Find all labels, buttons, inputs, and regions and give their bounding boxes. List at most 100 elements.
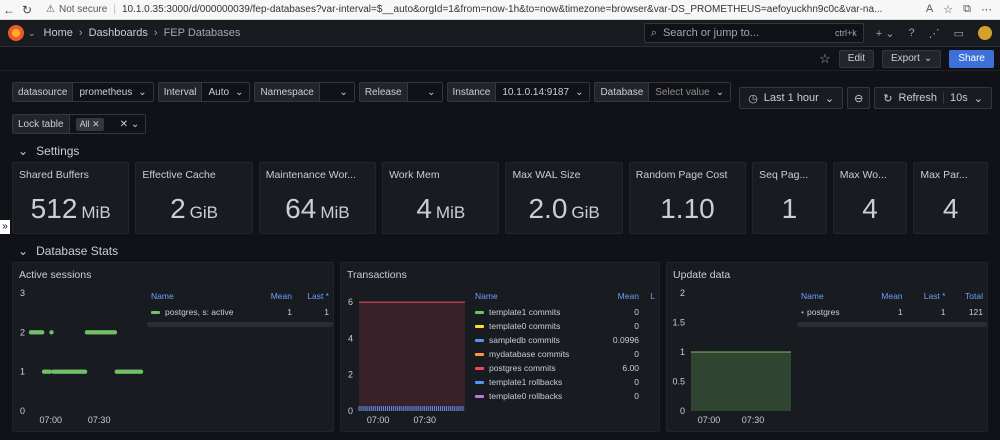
stat-value: 4 xyxy=(942,193,959,224)
var-instance[interactable]: Instance 10.1.0.14:9187 ⌄ xyxy=(446,82,591,102)
stat-title: Maintenance Wor... xyxy=(265,169,356,181)
legend-row[interactable]: template1 commits 0 xyxy=(471,306,659,320)
legend-scrollbar[interactable] xyxy=(797,322,988,327)
var-namespace[interactable]: Namespace ⌄ xyxy=(254,82,355,102)
expand-arrow-icon[interactable]: » xyxy=(0,220,10,234)
variables-bar: datasource prometheus ⌄ Interval Auto ⌄ Na… xyxy=(0,71,760,134)
stats-panels: Active sessions 0 1 2 3 07:00 07:30 Name Mean L… xyxy=(0,262,1000,432)
stat-panel[interactable]: Max Par... 4 xyxy=(913,162,988,234)
y-tick-label: 6 xyxy=(348,297,353,307)
legend-row[interactable]: mydatabase commits 0 xyxy=(471,348,659,362)
breadcrumb-dashboards[interactable]: Dashboards xyxy=(89,27,148,39)
update-data-chart: 0 0.5 1 1.5 2 07:00 07:30 xyxy=(673,288,792,425)
legend-row[interactable]: • postgres 1 1 121 xyxy=(797,306,987,320)
export-button[interactable]: Export ⌄ xyxy=(882,49,942,68)
stat-panel[interactable]: Effective Cache 2 GiB xyxy=(135,162,253,234)
var-release[interactable]: Release ⌄ xyxy=(358,82,443,102)
stat-title: Effective Cache xyxy=(142,169,216,181)
stat-panel[interactable]: Maintenance Wor... 64 MiB xyxy=(258,162,377,234)
y-tick-label: 2 xyxy=(348,370,353,380)
read-aloud-icon[interactable]: A xyxy=(926,3,933,16)
data-point xyxy=(39,330,45,335)
data-point xyxy=(82,369,88,374)
panel-title: Update data xyxy=(673,269,731,281)
time-range-picker[interactable]: ◷ Last 1 hour ⌄ xyxy=(739,87,844,109)
refresh-button[interactable]: ↻ Refresh 10s ⌄ xyxy=(874,87,992,109)
update-data-legend: Name Mean Last * Total • postgres 1 1 121 xyxy=(797,291,988,327)
y-tick-label: 0.5 xyxy=(673,377,686,387)
breadcrumb-home[interactable]: Home xyxy=(44,27,73,39)
active-sessions-chart: 0 1 2 3 07:00 07:30 xyxy=(20,288,144,425)
stat-panel[interactable]: Seq Pag... 1 xyxy=(752,162,827,234)
panel-update-data[interactable]: Update data 0 0.5 1 1.5 2 07:00 07:30 Name Mean… xyxy=(666,262,989,432)
stat-value: 2 GiB xyxy=(170,193,218,224)
panel-transactions[interactable]: Transactions 0 2 4 6 07:00 07:30 Name Mean L te… xyxy=(340,262,661,432)
legend-scrollbar[interactable] xyxy=(147,322,333,327)
breadcrumb-current: FEP Databases xyxy=(163,27,241,39)
stat-title: Max Par... xyxy=(920,169,968,181)
postgres-area xyxy=(691,352,792,411)
legend-row[interactable]: template0 rollbacks 0 xyxy=(471,390,659,404)
y-tick-label: 2 xyxy=(20,327,25,337)
x-tick-label: 07:30 xyxy=(88,415,111,425)
threshold-area xyxy=(359,302,465,411)
transactions-legend: Name Mean L template1 commits 0 template0 co… xyxy=(471,291,659,404)
var-datasource[interactable]: datasource prometheus ⌄ xyxy=(12,82,154,102)
chevron-down-icon: ⌄ xyxy=(18,144,29,158)
row-settings[interactable]: ⌄ Settings xyxy=(0,140,1000,162)
edit-button[interactable]: Edit xyxy=(838,49,875,68)
star-icon[interactable]: ☆ xyxy=(819,51,831,67)
stat-panel[interactable]: Max WAL Size 2.0 GiB xyxy=(505,162,623,234)
avatar[interactable] xyxy=(978,26,992,40)
stat-panel[interactable]: Shared Buffers 512 MiB xyxy=(12,162,130,234)
add-icon[interactable]: + ⌄ xyxy=(876,27,895,40)
kiosk-icon[interactable]: ▭ xyxy=(954,27,964,40)
collections-icon[interactable]: ⧉ xyxy=(963,3,971,16)
y-tick-label: 2 xyxy=(680,288,685,298)
more-icon[interactable]: ⋯ xyxy=(981,3,992,16)
var-interval[interactable]: Interval Auto ⌄ xyxy=(157,82,251,102)
stat-value: 512 MiB xyxy=(30,193,111,224)
legend-row[interactable]: template0 commits 0 xyxy=(471,320,659,334)
active-sessions-legend: Name Mean Last * postgres, s: active 1 1 xyxy=(147,291,333,327)
stat-title: Max Wo... xyxy=(839,169,887,181)
stat-panel[interactable]: Random Page Cost 1.10 xyxy=(628,162,747,234)
var-database[interactable]: Database Select value ⌄ xyxy=(594,82,732,102)
legend-row[interactable]: sampledb commits 0.0996 xyxy=(471,334,659,348)
url-text: 10.1.0.35:3000/d/000000039/fep-databases… xyxy=(121,4,883,15)
x-tick-label: 07:00 xyxy=(698,415,721,425)
y-tick-label: 1 xyxy=(680,347,685,357)
back-icon[interactable]: ← xyxy=(0,3,18,17)
lock-table-chip: All ✕ xyxy=(75,117,104,131)
reload-icon[interactable]: ↻ xyxy=(18,3,36,17)
grafana-topnav: ⌄ Home › Dashboards › FEP Databases ⌕ Se… xyxy=(0,20,1000,47)
data-point xyxy=(112,330,118,335)
legend-row[interactable]: template1 rollbacks 0 xyxy=(471,376,659,390)
legend-row[interactable]: postgres commits 6.00 xyxy=(471,362,659,376)
y-tick-label: 0 xyxy=(348,406,353,416)
chevron-down-icon[interactable]: ⌄ xyxy=(28,28,36,39)
favorite-icon[interactable]: ☆ xyxy=(943,3,953,16)
help-icon[interactable]: ? xyxy=(908,27,914,39)
zoom-out-button[interactable]: ⊖ xyxy=(847,87,871,109)
legend-row[interactable]: postgres, s: active 1 1 xyxy=(147,306,333,320)
stat-value: 2.0 GiB xyxy=(528,193,600,224)
grafana-logo-icon[interactable] xyxy=(8,25,24,41)
search-input[interactable]: ⌕ Search or jump to... ctrl+k xyxy=(643,23,864,43)
stat-panel[interactable]: Work Mem 4 MiB xyxy=(382,162,500,234)
panel-title: Transactions xyxy=(347,269,407,281)
share-button[interactable]: Share xyxy=(949,49,994,68)
var-lock-table[interactable]: Lock table All ✕ ✕ ⌄ xyxy=(12,114,147,134)
row-database-stats[interactable]: ⌄ Database Stats xyxy=(0,240,1000,262)
news-icon[interactable]: ⋰ xyxy=(929,27,940,40)
x-tick-label: 07:30 xyxy=(413,415,436,425)
stat-panel[interactable]: Max Wo... 4 xyxy=(832,162,908,234)
search-shortcut: ctrl+k xyxy=(835,28,857,38)
stat-value: 1.10 xyxy=(660,193,715,224)
address-bar[interactable]: ⚠ Not secure | 10.1.0.35:3000/d/00000003… xyxy=(46,4,920,15)
stat-title: Seq Pag... xyxy=(759,169,809,181)
dashboard-toolbar: ☆ Edit Export ⌄ Share xyxy=(0,47,1000,71)
x-tick-label: 07:00 xyxy=(367,415,390,425)
chevron-down-icon: ⌄ xyxy=(18,244,29,258)
panel-active-sessions[interactable]: Active sessions 0 1 2 3 07:00 07:30 Name Mean L… xyxy=(12,262,334,432)
